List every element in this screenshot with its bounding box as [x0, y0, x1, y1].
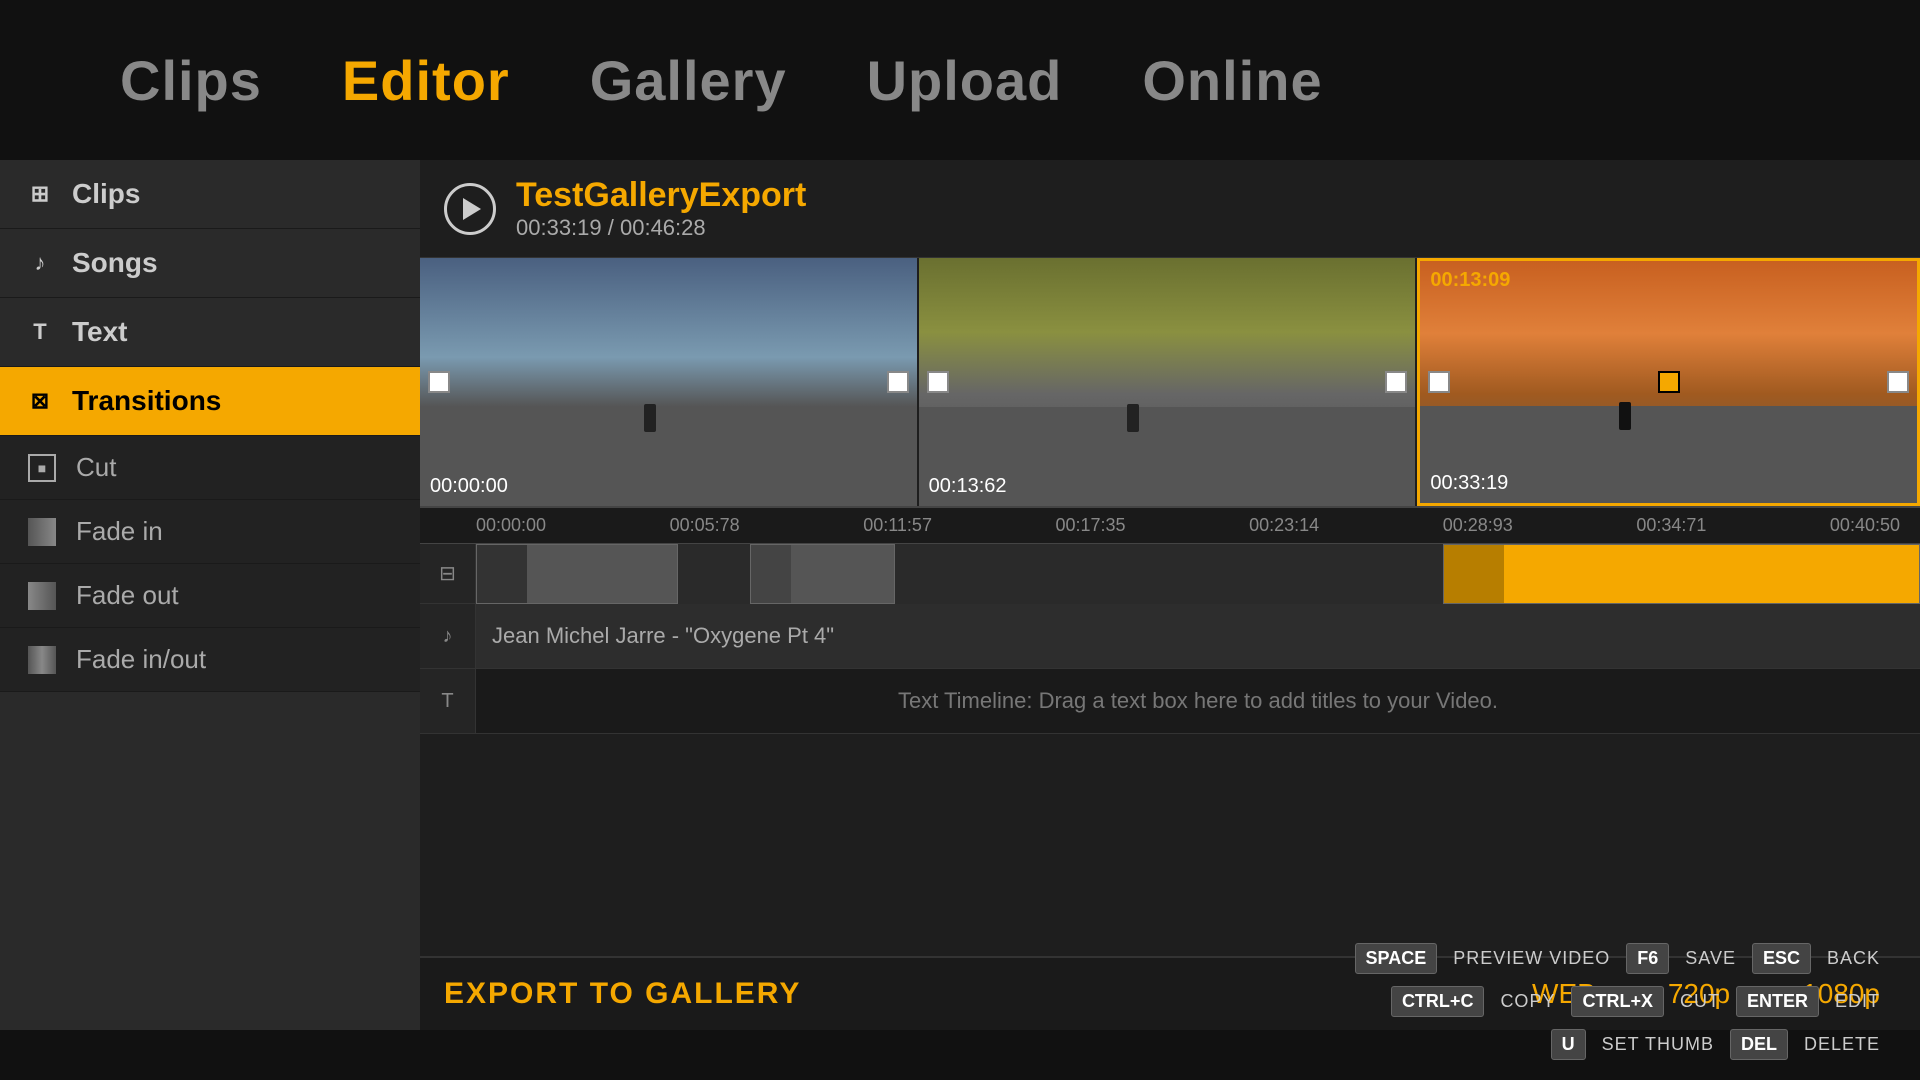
clip-time-bottom-1: 00:00:00 [430, 475, 508, 498]
kbd-label-delete: DELETE [1804, 1034, 1880, 1055]
video-track-icon: ⊟ [420, 544, 476, 603]
play-button[interactable] [444, 183, 496, 235]
music-track: ♪ Jean Michel Jarre - "Oxygene Pt 4" [420, 604, 1920, 669]
ruler-mark-7: 00:40:50 [1830, 515, 1900, 536]
clip-handle-right-2[interactable] [1385, 371, 1407, 393]
kbd-label-save: SAVE [1685, 948, 1736, 969]
ruler-mark-6: 00:34:71 [1636, 515, 1706, 536]
text-track: T Text Timeline: Drag a text box here to… [420, 669, 1920, 734]
kbd-label-back: BACK [1827, 948, 1880, 969]
shortcuts-panel: SPACE PREVIEW VIDEO F6 SAVE ESC BACK CTR… [1355, 943, 1880, 1060]
video-track: ⊟ [420, 544, 1920, 604]
transitions-submenu: ■ Cut Fade in Fade out Fade in/out [0, 436, 420, 692]
timeline-ruler: 00:00:00 00:05:78 00:11:57 00:17:35 00:2… [420, 508, 1920, 544]
kbd-ctrl-x: CTRL+X [1571, 986, 1664, 1017]
fade-inout-icon [28, 646, 56, 674]
sidebar-item-transitions[interactable]: ⊠ Transitions [0, 367, 420, 436]
sidebar-item-songs[interactable]: ♪ Songs [0, 229, 420, 298]
kbd-esc: ESC [1752, 943, 1811, 974]
clip-previews: 00:00:00 00:13:62 00:13:09 00:33:19 [420, 258, 1920, 508]
ruler-mark-0: 00:00:00 [476, 515, 546, 536]
clip-handle-left-3[interactable] [1428, 371, 1450, 393]
kbd-label-copy: COPY [1500, 991, 1555, 1012]
transition-fade-inout[interactable]: Fade in/out [0, 628, 420, 692]
timeline-section: 00:00:00 00:05:78 00:11:57 00:17:35 00:2… [420, 508, 1920, 956]
transition-fade-out[interactable]: Fade out [0, 564, 420, 628]
nav-clips[interactable]: Clips [120, 48, 262, 113]
nav-upload[interactable]: Upload [867, 48, 1063, 113]
clip-preview-1[interactable]: 00:00:00 [420, 258, 917, 506]
clip-handle-center-3[interactable] [1658, 371, 1680, 393]
kbd-f6: F6 [1626, 943, 1669, 974]
cut-icon: ■ [28, 454, 56, 482]
kbd-del: DEL [1730, 1029, 1788, 1060]
ruler-mark-2: 00:11:57 [863, 515, 932, 536]
ruler-mark-1: 00:05:78 [670, 515, 740, 536]
songs-icon: ♪ [24, 247, 56, 279]
nav-gallery[interactable]: Gallery [590, 48, 787, 113]
content-area: TestGalleryExport 00:33:19 / 00:46:28 00… [420, 160, 1920, 1030]
sidebar-item-clips[interactable]: ⊞ Clips [0, 160, 420, 229]
text-track-icon: T [420, 669, 476, 733]
video-time: 00:33:19 / 00:46:28 [516, 215, 806, 241]
kbd-space: SPACE [1355, 943, 1438, 974]
video-header: TestGalleryExport 00:33:19 / 00:46:28 [420, 160, 1920, 258]
fade-in-icon [28, 518, 56, 546]
shortcut-row-3: U SET THUMB DEL DELETE [1551, 1029, 1880, 1060]
sidebar: ⊞ Clips ♪ Songs T Text ⊠ Transitions ■ C… [0, 160, 420, 1030]
music-track-content: Jean Michel Jarre - "Oxygene Pt 4" [476, 604, 1920, 668]
music-track-icon: ♪ [420, 604, 476, 668]
clip-handle-right-3[interactable] [1887, 371, 1909, 393]
clip-time-top-3: 00:13:09 [1430, 269, 1510, 292]
kbd-enter: ENTER [1736, 986, 1819, 1017]
ruler-mark-3: 00:17:35 [1055, 515, 1125, 536]
text-icon: T [24, 316, 56, 348]
transition-cut[interactable]: ■ Cut [0, 436, 420, 500]
clips-icon: ⊞ [24, 178, 56, 210]
clip-preview-2[interactable]: 00:13:62 [919, 258, 1416, 506]
kbd-label-preview: PREVIEW VIDEO [1453, 948, 1610, 969]
shortcut-row-1: SPACE PREVIEW VIDEO F6 SAVE ESC BACK [1355, 943, 1880, 974]
video-info: TestGalleryExport 00:33:19 / 00:46:28 [516, 176, 806, 241]
ruler-mark-5: 00:28:93 [1443, 515, 1513, 536]
clip-handle-left-1[interactable] [428, 371, 450, 393]
kbd-ctrl-c: CTRL+C [1391, 986, 1485, 1017]
main-layout: ⊞ Clips ♪ Songs T Text ⊠ Transitions ■ C… [0, 160, 1920, 1030]
transition-fade-in[interactable]: Fade in [0, 500, 420, 564]
nav-online[interactable]: Online [1142, 48, 1322, 113]
fade-out-icon [28, 582, 56, 610]
sidebar-item-text[interactable]: T Text [0, 298, 420, 367]
ruler-mark-4: 00:23:14 [1249, 515, 1319, 536]
text-timeline-hint: Text Timeline: Drag a text box here to a… [898, 688, 1498, 714]
shortcut-row-2: CTRL+C COPY CTRL+X CUT ENTER EDIT [1391, 986, 1880, 1017]
video-track-content[interactable] [476, 544, 1920, 604]
transitions-icon: ⊠ [24, 385, 56, 417]
clip-preview-3[interactable]: 00:13:09 00:33:19 [1417, 258, 1920, 506]
kbd-label-edit: EDIT [1835, 991, 1880, 1012]
kbd-label-cut: CUT [1680, 991, 1720, 1012]
music-label: Jean Michel Jarre - "Oxygene Pt 4" [492, 623, 834, 649]
timeline-clip-3-active[interactable] [1443, 544, 1920, 604]
timeline-clip-2[interactable] [750, 544, 894, 604]
clip-time-bottom-2: 00:13:62 [929, 475, 1007, 498]
kbd-label-set-thumb: SET THUMB [1602, 1034, 1714, 1055]
top-nav: Clips Editor Gallery Upload Online [0, 0, 1920, 160]
timeline-clip-1[interactable] [476, 544, 678, 604]
nav-editor[interactable]: Editor [342, 48, 510, 113]
kbd-u: U [1551, 1029, 1586, 1060]
text-track-content[interactable]: Text Timeline: Drag a text box here to a… [476, 669, 1920, 733]
export-button[interactable]: EXPORT TO GALLERY [444, 977, 801, 1011]
clip-handle-right-1[interactable] [887, 371, 909, 393]
video-title: TestGalleryExport [516, 176, 806, 215]
clip-handle-left-2[interactable] [927, 371, 949, 393]
clip-time-bottom-3: 00:33:19 [1430, 472, 1508, 495]
